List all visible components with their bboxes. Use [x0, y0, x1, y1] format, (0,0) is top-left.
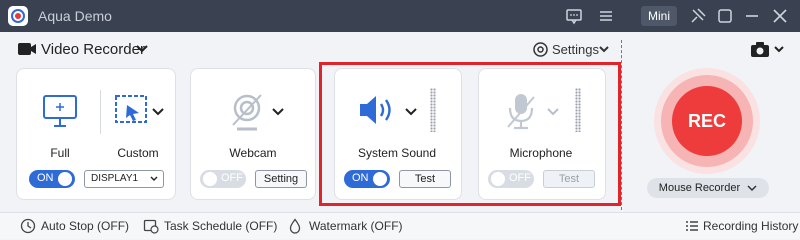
card-divider [100, 90, 101, 134]
settings-button[interactable]: Settings [552, 42, 599, 57]
display-chevron-icon [150, 176, 158, 181]
audio-highlight-frame [319, 62, 621, 206]
title-bar [0, 0, 800, 32]
mouse-recorder-button[interactable]: Mouse Recorder [647, 178, 769, 198]
menu-icon[interactable] [597, 7, 615, 25]
screen-toggle[interactable]: ON [29, 170, 75, 188]
display-select[interactable]: DISPLAY1 [84, 170, 164, 188]
clock-icon [20, 218, 36, 234]
rec-button[interactable]: REC [672, 86, 742, 156]
restore-icon[interactable] [716, 7, 734, 25]
camera-icon[interactable] [750, 41, 770, 58]
custom-chevron-icon[interactable] [151, 107, 165, 117]
calendar-clock-icon [143, 219, 159, 234]
webcam-setting-button[interactable]: Setting [255, 170, 307, 188]
mini-mode-button[interactable]: Mini [641, 6, 677, 26]
app-title: Aqua Demo [38, 8, 112, 24]
mode-selector[interactable]: Video Recorder [41, 41, 145, 58]
full-label[interactable]: Full [40, 146, 80, 160]
webcam-toggle[interactable]: OFF [200, 170, 246, 188]
app-logo-icon [8, 6, 28, 26]
task-schedule-link[interactable]: Task Schedule (OFF) [164, 219, 277, 233]
mouse-recorder-chevron-icon [747, 185, 757, 191]
droplet-icon [289, 218, 301, 234]
message-icon[interactable] [565, 7, 583, 25]
webcam-toggle-label: OFF [221, 172, 243, 184]
webcam-chevron-icon[interactable] [271, 107, 285, 117]
pin-icon[interactable] [689, 7, 707, 25]
settings-chevron-icon[interactable] [598, 45, 610, 54]
chevron-down-icon[interactable] [135, 44, 149, 54]
recording-history-link[interactable]: Recording History [703, 219, 798, 233]
monitor-icon[interactable] [42, 93, 78, 129]
watermark-link[interactable]: Watermark (OFF) [309, 219, 403, 233]
cursor-region-icon[interactable] [113, 93, 149, 129]
display-select-value: DISPLAY1 [91, 173, 139, 184]
video-camera-icon [18, 43, 36, 55]
webcam-icon[interactable] [228, 91, 266, 131]
auto-stop-link[interactable]: Auto Stop (OFF) [41, 219, 129, 233]
custom-label[interactable]: Custom [113, 146, 163, 160]
minimize-icon[interactable] [743, 7, 761, 25]
gear-icon[interactable] [532, 41, 549, 58]
separator [621, 40, 622, 210]
mouse-recorder-label: Mouse Recorder [658, 182, 741, 194]
screen-toggle-label: ON [37, 172, 54, 184]
screenshot-chevron-icon[interactable] [773, 45, 785, 54]
webcam-label[interactable]: Webcam [220, 146, 286, 160]
list-icon [686, 221, 698, 231]
close-icon[interactable] [771, 7, 789, 25]
